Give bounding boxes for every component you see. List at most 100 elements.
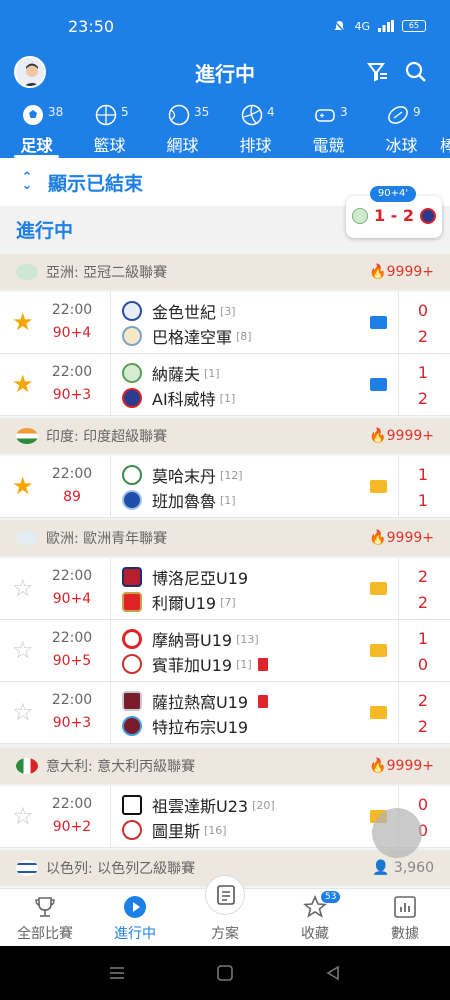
nav-favorites[interactable]: 53 收藏 (270, 889, 360, 946)
league-header[interactable]: 印度: 印度超級聯賽 🔥9999+ (0, 418, 450, 454)
tab-count: 9 (413, 105, 421, 119)
match-row[interactable]: ☆ 22:00 90+4 博洛尼亞U19 利爾U19 [7] 2 2 (0, 558, 450, 620)
league-name: 印度: 印度超級聯賽 (46, 429, 168, 445)
live-video-icon[interactable] (370, 378, 387, 391)
team-logo (122, 654, 142, 674)
nav-label: 收藏 (301, 926, 329, 942)
avatar[interactable] (14, 56, 46, 88)
favorite-star-icon[interactable]: ☆ (12, 804, 36, 828)
match-time: 22:00 (51, 364, 93, 380)
plan-icon-circle (205, 875, 245, 915)
team-name: 利爾U19 (152, 594, 217, 613)
team-rank: [1] (219, 391, 236, 405)
favorite-star-icon[interactable]: ☆ (12, 576, 36, 600)
team-logo (122, 388, 142, 408)
back-icon[interactable] (324, 965, 342, 981)
nav-label: 數據 (391, 926, 419, 942)
team-name: 特拉布宗U19 (152, 718, 249, 737)
tab-label: 排球 (239, 136, 272, 155)
away-score: 2 (417, 717, 429, 736)
match-time: 22:00 (51, 466, 93, 482)
hot-value: 9999+ (386, 530, 434, 546)
floating-score-card[interactable]: 90+4' 1 - 2 (346, 186, 442, 238)
favorite-star-icon[interactable]: ☆ (12, 700, 36, 724)
signal-label: 4G (354, 19, 370, 33)
match-minute: 90+3 (52, 387, 92, 403)
viewer-count: 👤 3,960 (372, 860, 434, 876)
divider (398, 292, 399, 354)
team-logo (122, 301, 142, 321)
nav-all-matches[interactable]: 全部比賽 (0, 889, 90, 946)
away-team: AI科威特 [1] (122, 387, 235, 409)
expand-arrows-icon: ⌃ ⌄ (21, 170, 33, 193)
match-row[interactable]: ☆ 22:00 90+5 摩納哥U19 [13] 賓菲加U19 [1] 1 0 (0, 620, 450, 682)
match-row[interactable]: ☆ 22:00 90+3 薩拉熱窩U19 特拉布宗U19 2 2 (0, 682, 450, 744)
animation-icon[interactable] (370, 706, 387, 719)
football-icon (23, 105, 43, 125)
filter-icon[interactable] (366, 60, 390, 84)
match-row[interactable]: ★ 22:00 89 莫哈末丹 [12] 班加魯魯 [1] 1 1 (0, 456, 450, 518)
match-row[interactable]: ★ 22:00 90+3 納薩夫 [1] AI科威特 [1] 1 2 (0, 354, 450, 416)
match-time: 22:00 (51, 568, 93, 584)
divider (110, 620, 111, 682)
tab-football[interactable]: 38 足球 (0, 100, 73, 158)
menu-icon[interactable] (108, 965, 126, 981)
floating-minute: 90+4' (370, 186, 416, 202)
match-minute: 89 (63, 489, 81, 505)
home-team: 祖雲達斯U23 [20] (122, 794, 275, 816)
tab-baseball[interactable]: 棒 (438, 100, 450, 158)
tab-icehockey[interactable]: 9 冰球 (365, 100, 438, 158)
favorite-star-icon[interactable]: ☆ (12, 638, 36, 662)
league-header[interactable]: 亞洲: 亞冠二級聯賽 🔥9999+ (0, 254, 450, 290)
live-video-icon[interactable] (370, 316, 387, 329)
league-header[interactable]: 意大利: 意大利丙級聯賽 🔥9999+ (0, 748, 450, 784)
status-time: 23:50 (68, 16, 115, 36)
league-name: 意大利: 意大利丙級聯賽 (46, 759, 196, 775)
animation-icon[interactable] (370, 480, 387, 493)
league-header[interactable]: 歐洲: 歐洲青年聯賽 🔥9999+ (0, 520, 450, 556)
tennis-icon (168, 104, 190, 126)
tab-label: 電競 (312, 136, 345, 155)
tab-tennis[interactable]: 35 網球 (146, 100, 219, 158)
show-finished-label: 顯示已結束 (48, 172, 144, 195)
home-icon[interactable] (216, 965, 234, 981)
team-name: 納薩夫 (152, 365, 201, 384)
team-rank: [3] (220, 304, 236, 318)
tab-basketball[interactable]: 5 籃球 (73, 100, 146, 158)
team-logo (122, 465, 142, 485)
nav-data[interactable]: 數據 (360, 889, 450, 946)
league-name: 以色列: 以色列乙級聯賽 (46, 861, 196, 877)
team-logo (122, 716, 142, 736)
match-row[interactable]: ★ 22:00 90+4 金色世紀 [3] 巴格達空軍 [8] 0 2 (0, 292, 450, 354)
nav-live[interactable]: 進行中 (90, 889, 180, 946)
animation-icon[interactable] (370, 644, 387, 657)
top-bar: 23:50 4G 65 進行中 38 足球 5 籃球 35 網球 4 排球 3 … (0, 0, 450, 158)
team-rank: [20] (252, 798, 275, 812)
favorites-badge: 53 (321, 891, 341, 903)
team-logo (122, 363, 142, 383)
team-logo (122, 490, 142, 510)
team-logo (122, 629, 142, 649)
home-team: 博洛尼亞U19 (122, 566, 252, 588)
nav-label: 進行中 (114, 926, 156, 942)
match-minute: 90+3 (52, 715, 92, 731)
home-team: 摩納哥U19 [13] (122, 628, 259, 650)
away-team-logo (420, 208, 436, 224)
floating-action-button[interactable] (372, 808, 422, 858)
team-name: 班加魯魯 (152, 492, 217, 511)
animation-icon[interactable] (370, 582, 387, 595)
nav-plan[interactable]: 方案 (180, 875, 270, 946)
search-icon[interactable] (404, 60, 428, 84)
asia-flag-icon (16, 264, 38, 280)
favorite-star-icon[interactable]: ★ (12, 310, 36, 334)
tab-volleyball[interactable]: 4 排球 (219, 100, 292, 158)
team-name: 金色世紀 (152, 303, 217, 322)
hot-value: 9999+ (386, 264, 434, 280)
nav-label: 全部比賽 (17, 926, 73, 942)
tab-esports[interactable]: 3 電競 (292, 100, 365, 158)
favorite-star-icon[interactable]: ★ (12, 474, 36, 498)
divider (110, 786, 111, 848)
volleyball-icon (241, 104, 263, 126)
home-team: 莫哈末丹 [12] (122, 464, 243, 486)
favorite-star-icon[interactable]: ★ (12, 372, 36, 396)
